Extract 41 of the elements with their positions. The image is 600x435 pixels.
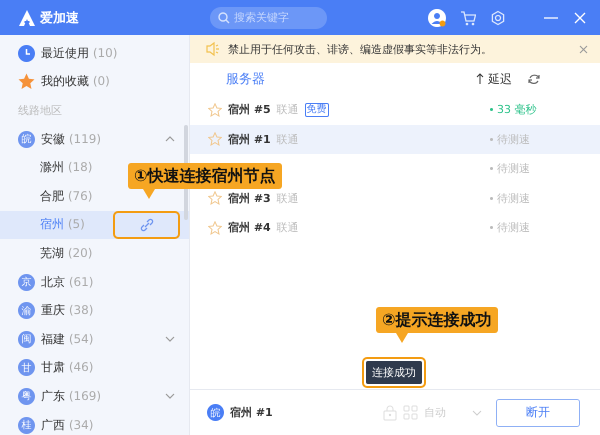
sidebar-item-label: 宿州 (5) <box>40 216 85 234</box>
isp-label: 联通 <box>276 190 299 206</box>
isp-label: 联通 <box>276 102 299 118</box>
server-name: 宿州 #3 <box>228 190 271 206</box>
latency-value: 待测速 <box>490 132 600 147</box>
sidebar-item-label: 广东 (169) <box>41 388 102 405</box>
region-badge: 皖 <box>207 404 224 421</box>
sidebar-item-label: 甘肃 (46) <box>41 359 94 376</box>
annotation-tooltip: ②提示连接成功 <box>376 307 498 333</box>
server-name: 宿州 #4 <box>228 220 271 236</box>
toast-message: 连接成功 <box>366 361 422 384</box>
latency-value: 待测速 <box>490 161 600 176</box>
sidebar-item-label: 福建 (54) <box>41 330 94 348</box>
region-badge: 甘 <box>18 359 35 376</box>
region-badge: 皖 <box>18 130 35 148</box>
sidebar-item-label: 我的收藏 (0) <box>41 73 110 90</box>
region-badge: 桂 <box>18 416 35 434</box>
free-tag: 免费 <box>304 102 329 117</box>
notice-text: 禁止用于任何攻击、诽谤、编造虚假事实等非法行为。 <box>228 42 493 56</box>
server-name: 宿州 #1 <box>228 132 271 147</box>
sidebar-item-label: 北京 (61) <box>41 274 94 291</box>
region-badge: 闽 <box>18 330 35 348</box>
server-name: 宿州 #5 <box>228 102 271 118</box>
sidebar-item-label: 安徽 (119) <box>41 130 102 148</box>
region-badge: 京 <box>18 274 35 291</box>
annotation-tooltip: ①快速连接宿州节点 <box>128 163 282 189</box>
sidebar-item-label: 广西 (34) <box>41 416 94 434</box>
sidebar-item-label: 合肥 (76) <box>40 188 92 205</box>
isp-label: 联通 <box>276 132 299 147</box>
isp-label: 联通 <box>276 220 299 236</box>
sidebar-item-label: 重庆 (38) <box>41 302 94 320</box>
latency-value: 33 毫秒 <box>490 102 600 118</box>
app-name: 爱加速 <box>40 10 79 26</box>
sidebar-item-label: 芜湖 (20) <box>40 244 92 262</box>
latency-value: 待测速 <box>490 190 600 206</box>
section-heading: 线路地区 <box>18 102 62 118</box>
sidebar-item-label: 最近使用 (10) <box>41 44 118 62</box>
latency-value: 待测速 <box>490 220 600 236</box>
region-badge: 渝 <box>18 302 35 320</box>
region-badge: 粤 <box>18 388 35 405</box>
connected-server: 宿州 #1 <box>230 405 273 420</box>
